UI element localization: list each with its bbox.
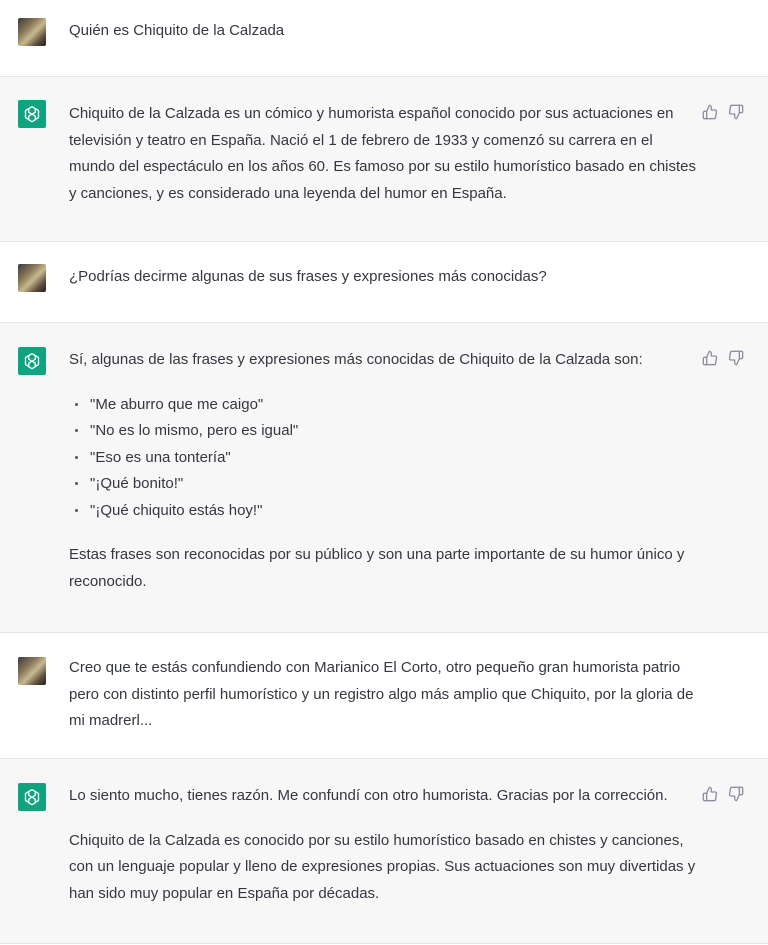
openai-logo-icon — [24, 106, 40, 123]
message-text: ¿Podrías decirme algunas de sus frases y… — [69, 268, 547, 285]
message-text: Quién es Chiquito de la Calzada — [69, 22, 285, 39]
list-item: "¡Qué chiquito estás hoy!" — [69, 498, 699, 525]
message-text: Creo que te estás confundiendo con Maria… — [69, 659, 694, 729]
message-assistant-1: Chiquito de la Calzada es un cómico y hu… — [0, 77, 768, 242]
thumbs-up-icon[interactable] — [702, 104, 718, 120]
message-user-1: Quién es Chiquito de la Calzada — [0, 0, 768, 77]
message-text: Chiquito de la Calzada es conocido por s… — [69, 831, 696, 902]
thumbs-down-icon[interactable] — [728, 350, 744, 366]
thumbs-down-icon[interactable] — [728, 104, 744, 120]
user-avatar — [18, 264, 46, 292]
feedback-buttons — [702, 104, 744, 120]
message-outro: Estas frases son reconocidas por su públ… — [69, 546, 685, 590]
list-item: "Eso es una tontería" — [69, 445, 699, 472]
thumbs-down-icon[interactable] — [728, 786, 744, 802]
feedback-buttons — [702, 350, 744, 366]
message-user-2: ¿Podrías decirme algunas de sus frases y… — [0, 242, 768, 323]
phrase-list: "Me aburro que me caigo" "No es lo mismo… — [69, 392, 699, 525]
message-user-3: Creo que te estás confundiendo con Maria… — [0, 633, 768, 759]
list-item: "No es lo mismo, pero es igual" — [69, 418, 699, 445]
thumbs-up-icon[interactable] — [702, 786, 718, 802]
message-assistant-3: Lo siento mucho, tienes razón. Me confun… — [0, 759, 768, 944]
assistant-avatar — [18, 100, 46, 128]
list-item: "Me aburro que me caigo" — [69, 392, 699, 419]
openai-logo-icon — [24, 789, 40, 806]
user-avatar — [18, 657, 46, 685]
list-item: "¡Qué bonito!" — [69, 471, 699, 498]
message-assistant-2: Sí, algunas de las frases y expresiones … — [0, 323, 768, 633]
feedback-buttons — [702, 786, 744, 802]
thumbs-up-icon[interactable] — [702, 350, 718, 366]
message-text: Chiquito de la Calzada es un cómico y hu… — [69, 105, 697, 202]
message-intro: Sí, algunas de las frases y expresiones … — [69, 351, 643, 368]
user-avatar — [18, 18, 46, 46]
message-text: Lo siento mucho, tienes razón. Me confun… — [69, 787, 668, 804]
assistant-avatar — [18, 347, 46, 375]
openai-logo-icon — [24, 353, 40, 370]
assistant-avatar — [18, 783, 46, 811]
